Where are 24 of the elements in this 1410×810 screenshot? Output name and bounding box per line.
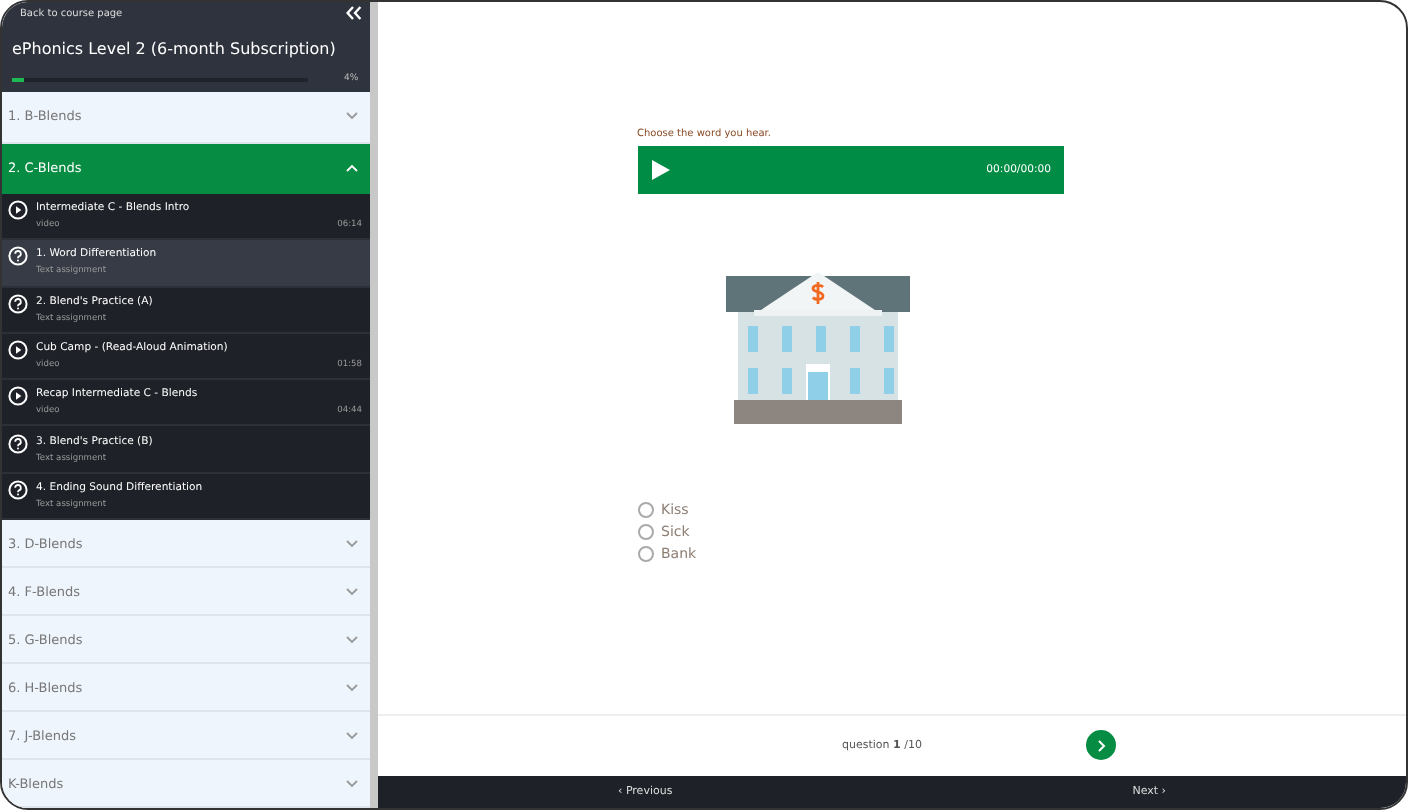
chevron-icon [346, 683, 358, 691]
play-circle-icon [8, 200, 28, 221]
question-circle-icon [8, 293, 28, 314]
play-icon [651, 160, 669, 180]
chevron-icon [346, 539, 358, 547]
question-circle-icon [8, 479, 28, 500]
question-circle-icon [8, 246, 28, 267]
radio-button[interactable] [637, 546, 653, 562]
chevron-icon [346, 779, 358, 787]
play-circle-icon [8, 339, 28, 360]
next-question-button[interactable] [1086, 730, 1116, 760]
radio-button[interactable] [637, 502, 653, 518]
course-title: ePhonics Level 2 (6-month Subscription) [12, 40, 338, 58]
chevron-icon [346, 112, 358, 121]
chevron-icon [346, 164, 358, 173]
chevron-right-icon [1097, 739, 1105, 751]
chevron-icon [346, 731, 358, 739]
chevron-icon [346, 587, 358, 595]
radio-button[interactable] [637, 524, 653, 540]
question-circle-icon [8, 433, 28, 454]
double-chevron-left-icon[interactable] [346, 6, 362, 20]
chevron-icon [346, 635, 358, 643]
play-circle-icon [8, 386, 28, 407]
play-button[interactable] [651, 160, 669, 180]
